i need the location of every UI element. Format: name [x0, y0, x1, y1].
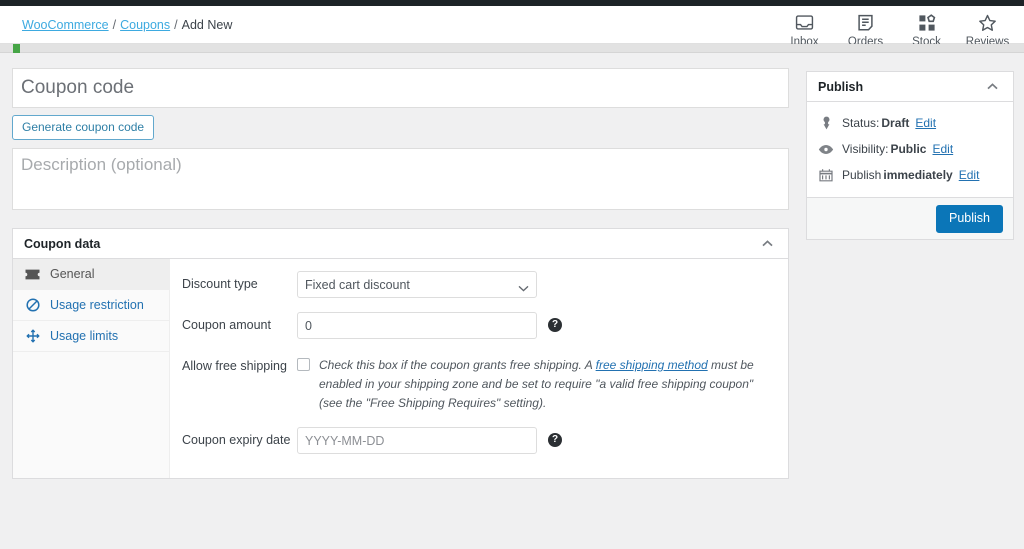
tab-usage-restriction-label: Usage restriction — [50, 298, 144, 312]
free-shipping-text-before: Check this box if the coupon grants free… — [319, 358, 596, 372]
coupon-description-input[interactable] — [12, 148, 789, 210]
ban-icon — [23, 298, 42, 312]
publish-panel-footer: Publish — [807, 197, 1013, 239]
help-icon-expiry-date[interactable]: ? — [548, 433, 562, 447]
page-content: Generate coupon code Coupon data — [0, 53, 1024, 549]
edit-visibility-link[interactable]: Edit — [932, 142, 953, 157]
coupon-data-tabs: General Usage restriction Usage limits — [13, 259, 170, 478]
field-coupon-amount: Coupon amount ? — [170, 312, 788, 339]
coupon-amount-label: Coupon amount — [182, 318, 271, 332]
chevron-up-icon-publish[interactable] — [979, 72, 1005, 101]
field-allow-free-shipping: Allow free shipping Check this box if th… — [170, 353, 788, 413]
nav-item-stock[interactable]: Stock — [896, 8, 957, 49]
allow-free-shipping-description: Check this box if the coupon grants free… — [319, 356, 776, 413]
visibility-value: Public — [890, 141, 927, 156]
editor-main-column: Generate coupon code Coupon data — [12, 68, 789, 479]
inbox-icon — [774, 13, 835, 33]
coupon-data-fields: Discount type Fixed cart discount Coupon… — [170, 259, 788, 478]
orders-icon — [835, 13, 896, 33]
status-value: Draft — [881, 115, 910, 130]
breadcrumb: WooCommerce / Coupons / Add New — [22, 17, 232, 33]
field-discount-type: Discount type Fixed cart discount — [170, 271, 788, 298]
nav-item-inbox[interactable]: Inbox — [774, 8, 835, 49]
post-status-icon — [818, 116, 834, 130]
plus-arrows-icon — [23, 329, 42, 343]
coupon-expiry-date-input[interactable] — [297, 427, 537, 454]
nav-item-orders[interactable]: Orders — [835, 8, 896, 49]
tab-general[interactable]: General — [13, 259, 169, 290]
discount-type-label: Discount type — [182, 277, 258, 291]
allow-free-shipping-checkbox[interactable] — [297, 358, 310, 371]
publish-row-schedule: Publish immediately Edit — [818, 162, 1002, 188]
loading-progress-bar — [0, 44, 1024, 53]
breadcrumb-link-coupons[interactable]: Coupons — [120, 18, 170, 32]
publish-row-status: Status: Draft Edit — [818, 110, 1002, 136]
coupon-expiry-date-label: Coupon expiry date — [182, 433, 291, 447]
publish-row-visibility: Visibility: Public Edit — [818, 136, 1002, 162]
tab-general-label: General — [50, 267, 95, 281]
reviews-star-icon — [957, 13, 1018, 33]
coupon-data-header: Coupon data — [13, 229, 788, 259]
edit-schedule-link[interactable]: Edit — [959, 168, 980, 183]
publish-panel-header: Publish — [807, 72, 1013, 102]
progress-fill — [13, 44, 20, 53]
tab-usage-limits-label: Usage limits — [50, 329, 119, 343]
ticket-icon — [23, 267, 42, 281]
breadcrumb-link-woocommerce[interactable]: WooCommerce — [22, 18, 109, 32]
eye-icon — [818, 144, 834, 155]
free-shipping-method-link[interactable]: free shipping method — [596, 358, 708, 372]
generate-coupon-code-button[interactable]: Generate coupon code — [12, 115, 155, 140]
help-icon-coupon-amount[interactable]: ? — [548, 318, 562, 332]
publish-panel-title: Publish — [818, 79, 864, 94]
calendar-icon — [818, 168, 834, 182]
coupon-data-title: Coupon data — [24, 236, 101, 251]
discount-type-select[interactable]: Fixed cart discount — [297, 271, 537, 298]
chevron-up-icon[interactable] — [754, 229, 780, 258]
publish-prefix: Publish — [842, 167, 882, 182]
page-header: WooCommerce / Coupons / Add New Inbox Orders — [0, 6, 1024, 48]
breadcrumb-separator-2: / — [174, 18, 178, 32]
breadcrumb-current-add-new: Add New — [181, 18, 233, 32]
publish-schedule-value: immediately — [883, 167, 953, 182]
coupon-code-input[interactable] — [12, 68, 789, 108]
visibility-prefix: Visibility: — [842, 141, 889, 156]
nav-item-reviews[interactable]: Reviews — [957, 8, 1018, 49]
header-nav: Inbox Orders Stock Reviews — [774, 8, 1018, 49]
publish-panel: Publish Status: Draft Edit Visibility: P… — [806, 71, 1014, 240]
tab-usage-limits[interactable]: Usage limits — [13, 321, 169, 352]
coupon-data-panel: Coupon data General Usage restriction Us… — [12, 228, 789, 479]
coupon-amount-input[interactable] — [297, 312, 537, 339]
publish-button[interactable]: Publish — [936, 204, 1003, 233]
edit-status-link[interactable]: Edit — [915, 116, 936, 131]
breadcrumb-separator-1: / — [112, 18, 117, 32]
coupon-data-body: General Usage restriction Usage limits D… — [13, 259, 788, 478]
field-coupon-expiry-date: Coupon expiry date ? — [170, 427, 788, 454]
stock-icon — [896, 13, 957, 33]
publish-panel-body: Status: Draft Edit Visibility: Public Ed… — [807, 102, 1013, 197]
status-prefix: Status: — [842, 115, 880, 130]
allow-free-shipping-label: Allow free shipping — [182, 359, 287, 373]
tab-usage-restriction[interactable]: Usage restriction — [13, 290, 169, 321]
